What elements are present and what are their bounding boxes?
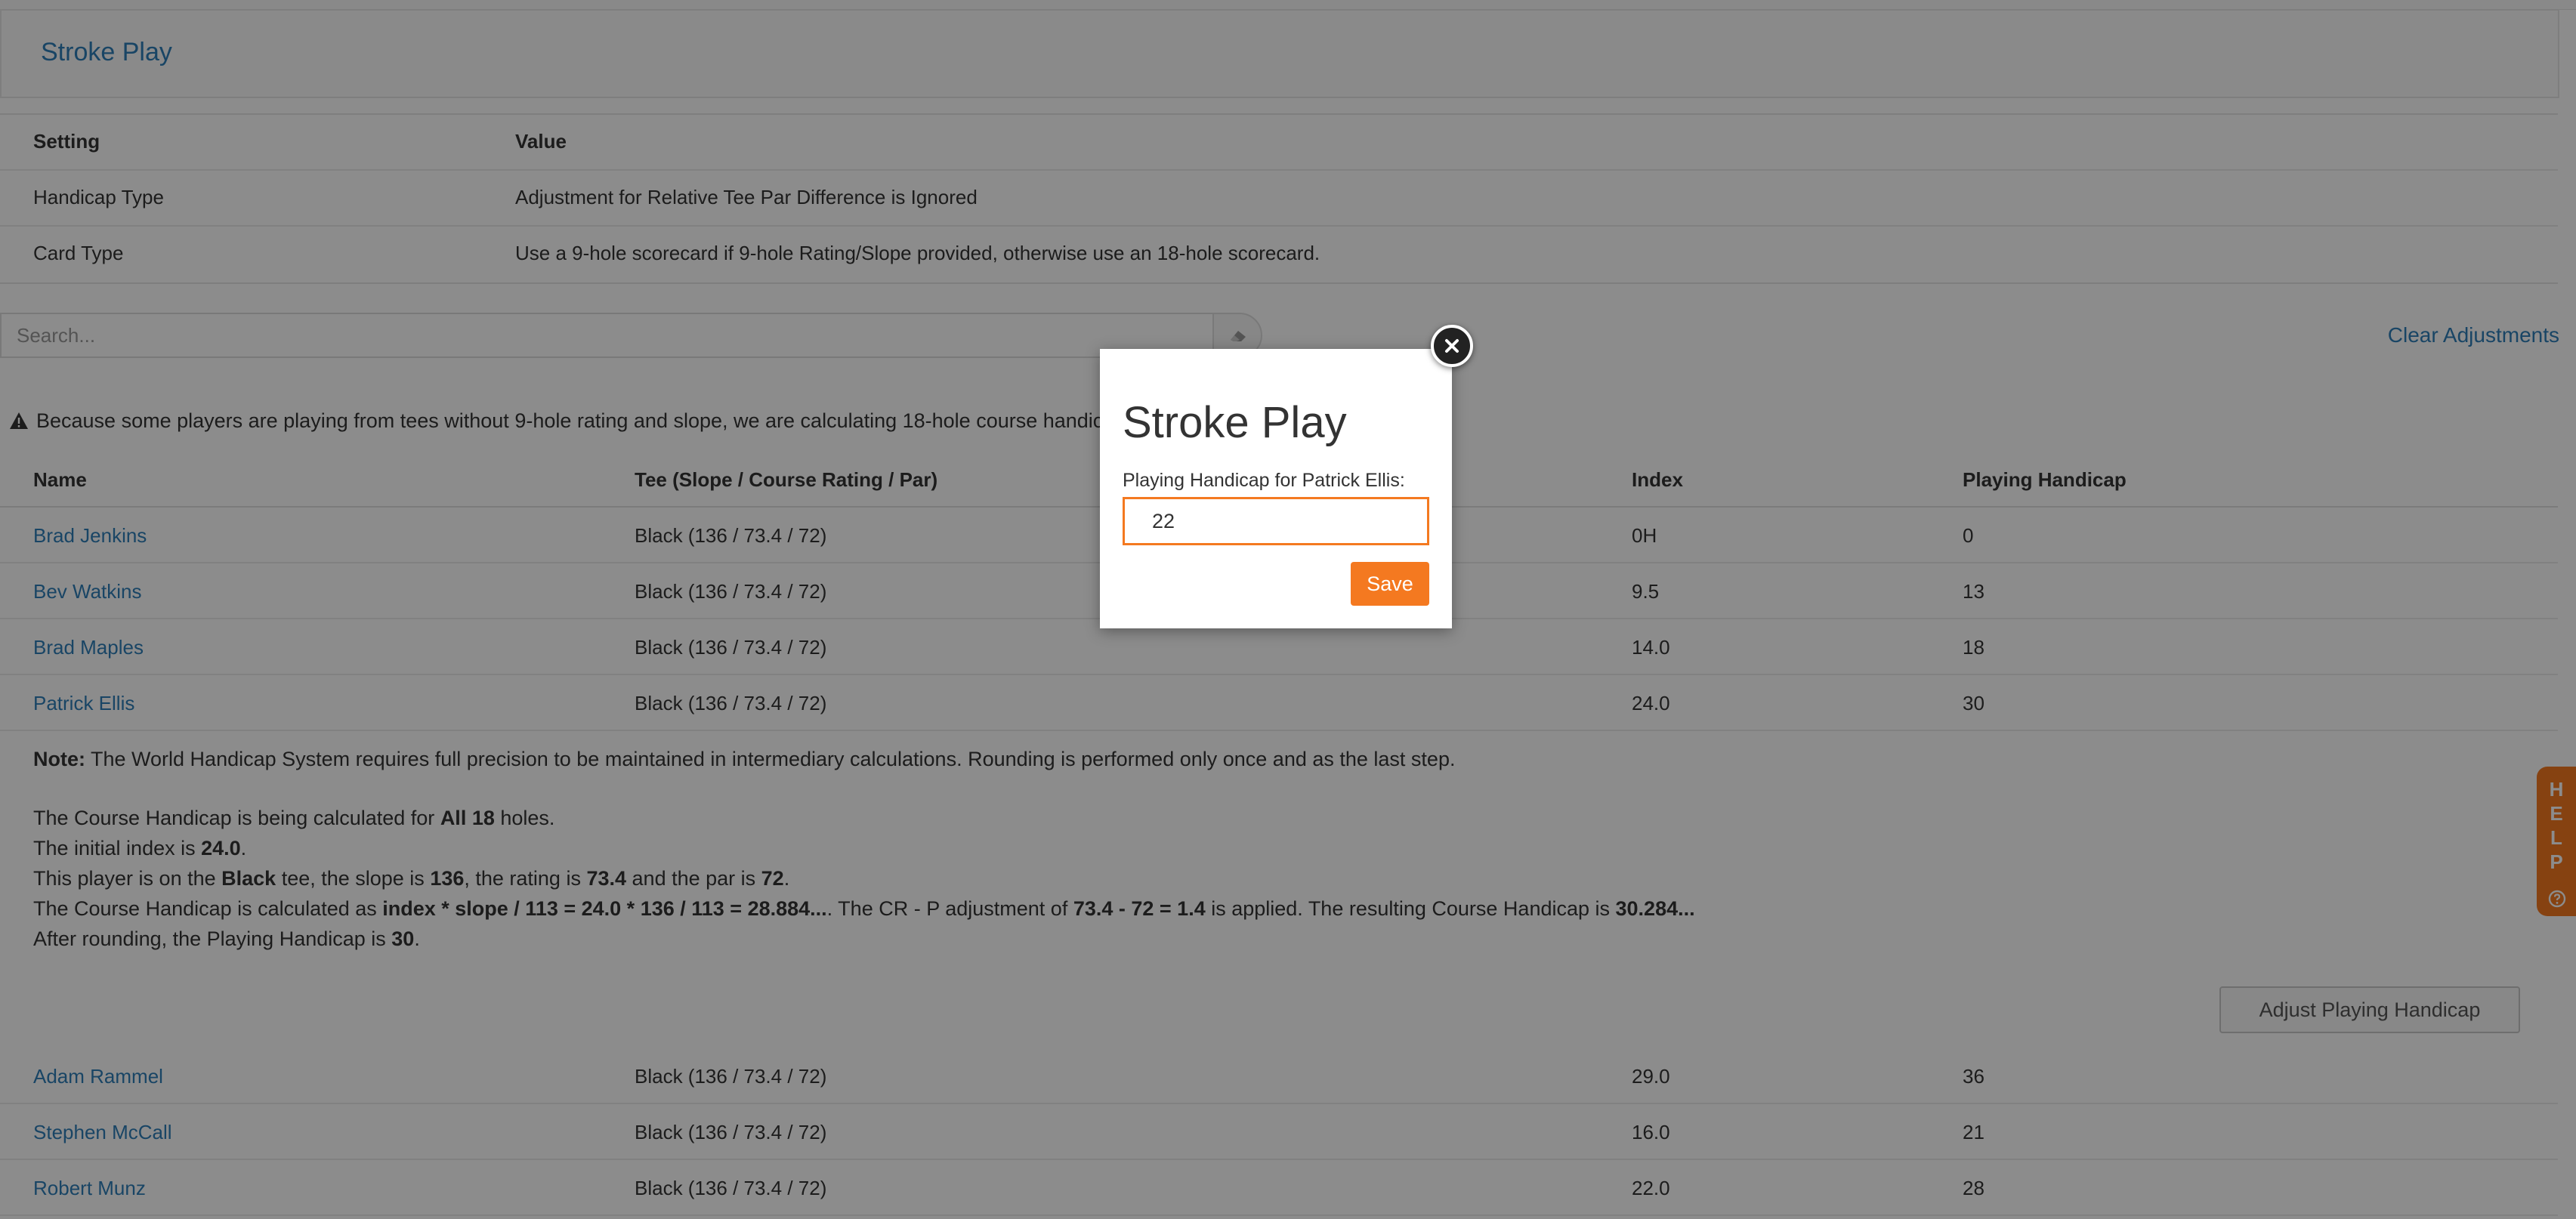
playing-handicap-modal: Stroke Play Playing Handicap for Patrick… bbox=[1100, 349, 1452, 628]
playing-handicap-input[interactable] bbox=[1123, 497, 1429, 545]
modal-close-button[interactable] bbox=[1431, 325, 1473, 367]
playing-handicap-label: Playing Handicap for Patrick Ellis: bbox=[1123, 470, 1405, 491]
save-button[interactable]: Save bbox=[1351, 562, 1429, 606]
modal-title: Stroke Play bbox=[1123, 398, 1347, 447]
